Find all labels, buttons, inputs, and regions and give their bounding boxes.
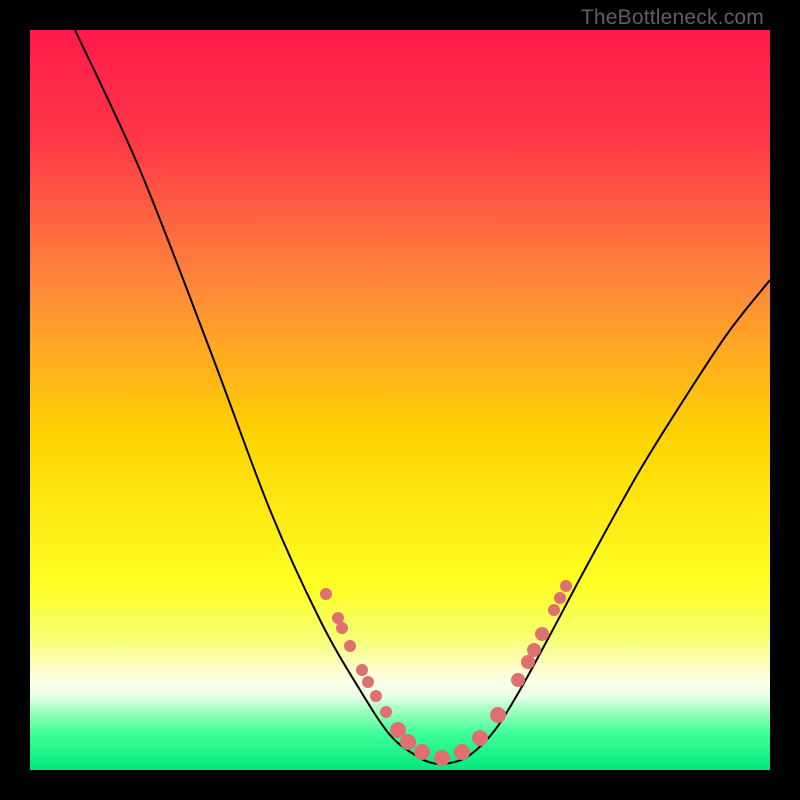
data-dot <box>527 643 541 657</box>
watermark-text: TheBottleneck.com <box>581 6 764 30</box>
dots-group <box>320 580 572 766</box>
data-dot <box>511 673 525 687</box>
data-dot <box>548 604 560 616</box>
data-dot <box>320 588 332 600</box>
data-dot <box>356 664 368 676</box>
data-dot <box>414 744 430 760</box>
data-dot <box>490 707 506 723</box>
data-dot <box>434 750 450 766</box>
data-dot <box>380 706 392 718</box>
data-dot <box>400 734 416 750</box>
data-dot <box>535 627 549 641</box>
data-dot <box>344 640 356 652</box>
data-dot <box>521 655 535 669</box>
data-dot <box>370 690 382 702</box>
bottleneck-curve-path <box>75 30 770 764</box>
chart-frame <box>30 30 770 770</box>
data-dot <box>454 744 470 760</box>
data-dot <box>362 676 374 688</box>
data-dot <box>560 580 572 592</box>
bottleneck-curve-svg <box>30 30 770 770</box>
data-dot <box>336 622 348 634</box>
data-dot <box>554 592 566 604</box>
data-dot <box>472 730 488 746</box>
